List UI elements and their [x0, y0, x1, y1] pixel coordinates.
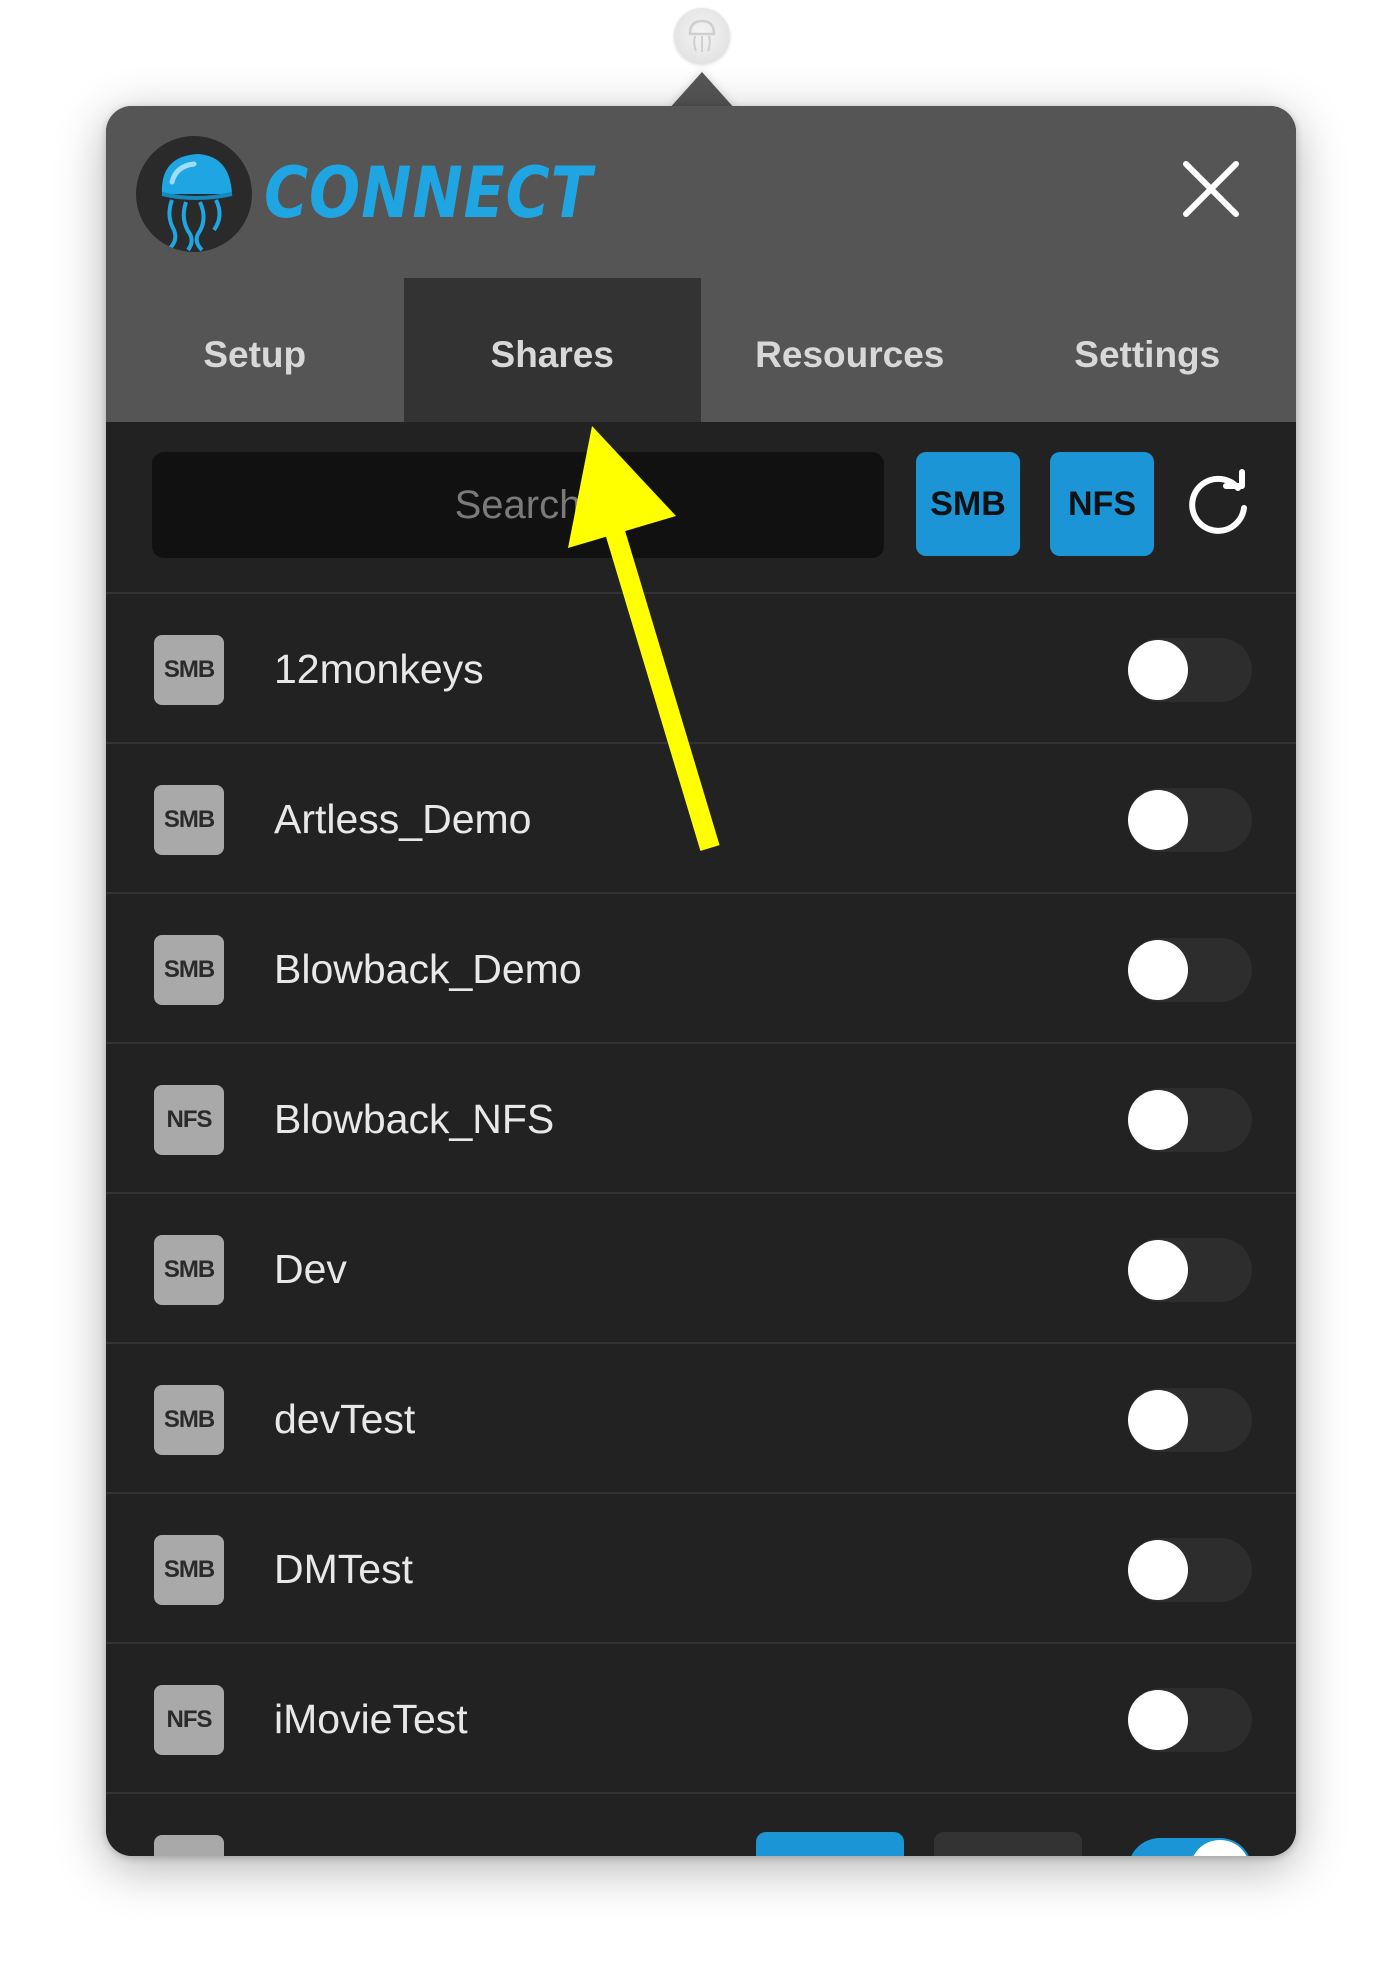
shares-toolbar: SMB NFS — [106, 422, 1296, 592]
screen: CONNECT Setup Shares Resources Settings … — [0, 0, 1400, 1972]
jellyfish-logo-icon — [136, 136, 252, 252]
nfs-filter-button[interactable]: NFS — [1050, 452, 1154, 556]
share-type-badge: SMB — [154, 1535, 224, 1605]
menubar-status-icon[interactable] — [674, 8, 730, 64]
mount-toggle[interactable] — [1128, 788, 1252, 852]
row-secondary-button[interactable] — [934, 1832, 1082, 1856]
share-type-badge: SMB — [154, 1235, 224, 1305]
share-row: SMB 12monkeys — [106, 592, 1296, 742]
jellyfish-status-icon — [688, 19, 716, 52]
close-button[interactable] — [1176, 154, 1246, 224]
tab-resources[interactable]: Resources — [701, 278, 999, 422]
mount-toggle[interactable] — [1128, 1238, 1252, 1302]
share-list: SMB 12monkeys SMB Artless_Demo SMB Blowb… — [106, 592, 1296, 1856]
share-type-badge: SMB — [154, 935, 224, 1005]
toggle-knob — [1128, 1390, 1188, 1450]
tab-setup[interactable]: Setup — [106, 278, 404, 422]
popover-caret — [668, 72, 736, 110]
toggle-knob — [1128, 1540, 1188, 1600]
search-input[interactable] — [152, 452, 884, 558]
tab-bar: Setup Shares Resources Settings — [106, 278, 1296, 422]
toggle-knob — [1190, 1840, 1250, 1856]
share-name: DMTest — [274, 1546, 413, 1592]
share-type-badge: SMB — [154, 1835, 224, 1856]
share-name: iMovieTest — [274, 1696, 468, 1742]
share-name: Blowback_Demo — [274, 946, 582, 992]
mount-toggle[interactable] — [1128, 1088, 1252, 1152]
share-name: Dev — [274, 1246, 347, 1292]
share-row: SMB Artless_Demo — [106, 742, 1296, 892]
tab-settings[interactable]: Settings — [999, 278, 1297, 422]
share-row: NFS Blowback_NFS — [106, 1042, 1296, 1192]
toggle-knob — [1128, 940, 1188, 1000]
share-row: NFS iMovieTest — [106, 1642, 1296, 1792]
popover-header: CONNECT Setup Shares Resources Settings — [106, 106, 1296, 422]
share-name: 12monkeys — [274, 646, 484, 692]
refresh-button[interactable] — [1180, 466, 1256, 542]
mount-toggle[interactable] — [1128, 1688, 1252, 1752]
share-type-badge: NFS — [154, 1685, 224, 1755]
toggle-knob — [1128, 1690, 1188, 1750]
share-type-badge: SMB — [154, 1385, 224, 1455]
close-icon — [1183, 161, 1239, 217]
mount-toggle[interactable] — [1128, 1538, 1252, 1602]
mount-toggle[interactable] — [1128, 938, 1252, 1002]
refresh-icon — [1189, 469, 1247, 534]
toggle-knob — [1128, 1240, 1188, 1300]
tab-shares[interactable]: Shares — [403, 278, 701, 422]
mount-toggle[interactable] — [1128, 638, 1252, 702]
toggle-knob — [1128, 640, 1188, 700]
share-type-badge: SMB — [154, 785, 224, 855]
share-name: Blowback_NFS — [274, 1096, 555, 1142]
share-row: SMB DMTest — [106, 1492, 1296, 1642]
share-name: devTest — [274, 1396, 416, 1442]
share-row: SMB Dev — [106, 1192, 1296, 1342]
mount-toggle[interactable] — [1128, 1838, 1252, 1856]
share-row: SMB devTest — [106, 1342, 1296, 1492]
toggle-knob — [1128, 790, 1188, 850]
row-action-button[interactable] — [756, 1832, 904, 1856]
share-type-badge: SMB — [154, 635, 224, 705]
connect-popover: CONNECT Setup Shares Resources Settings … — [106, 106, 1296, 1856]
app-title: CONNECT — [264, 152, 593, 234]
share-name: Artless_Demo — [274, 796, 532, 842]
share-type-badge: NFS — [154, 1085, 224, 1155]
mount-toggle[interactable] — [1128, 1388, 1252, 1452]
smb-filter-button[interactable]: SMB — [916, 452, 1020, 556]
toggle-knob — [1128, 1090, 1188, 1150]
share-row-partial: SMB — [106, 1792, 1296, 1856]
share-row: SMB Blowback_Demo — [106, 892, 1296, 1042]
